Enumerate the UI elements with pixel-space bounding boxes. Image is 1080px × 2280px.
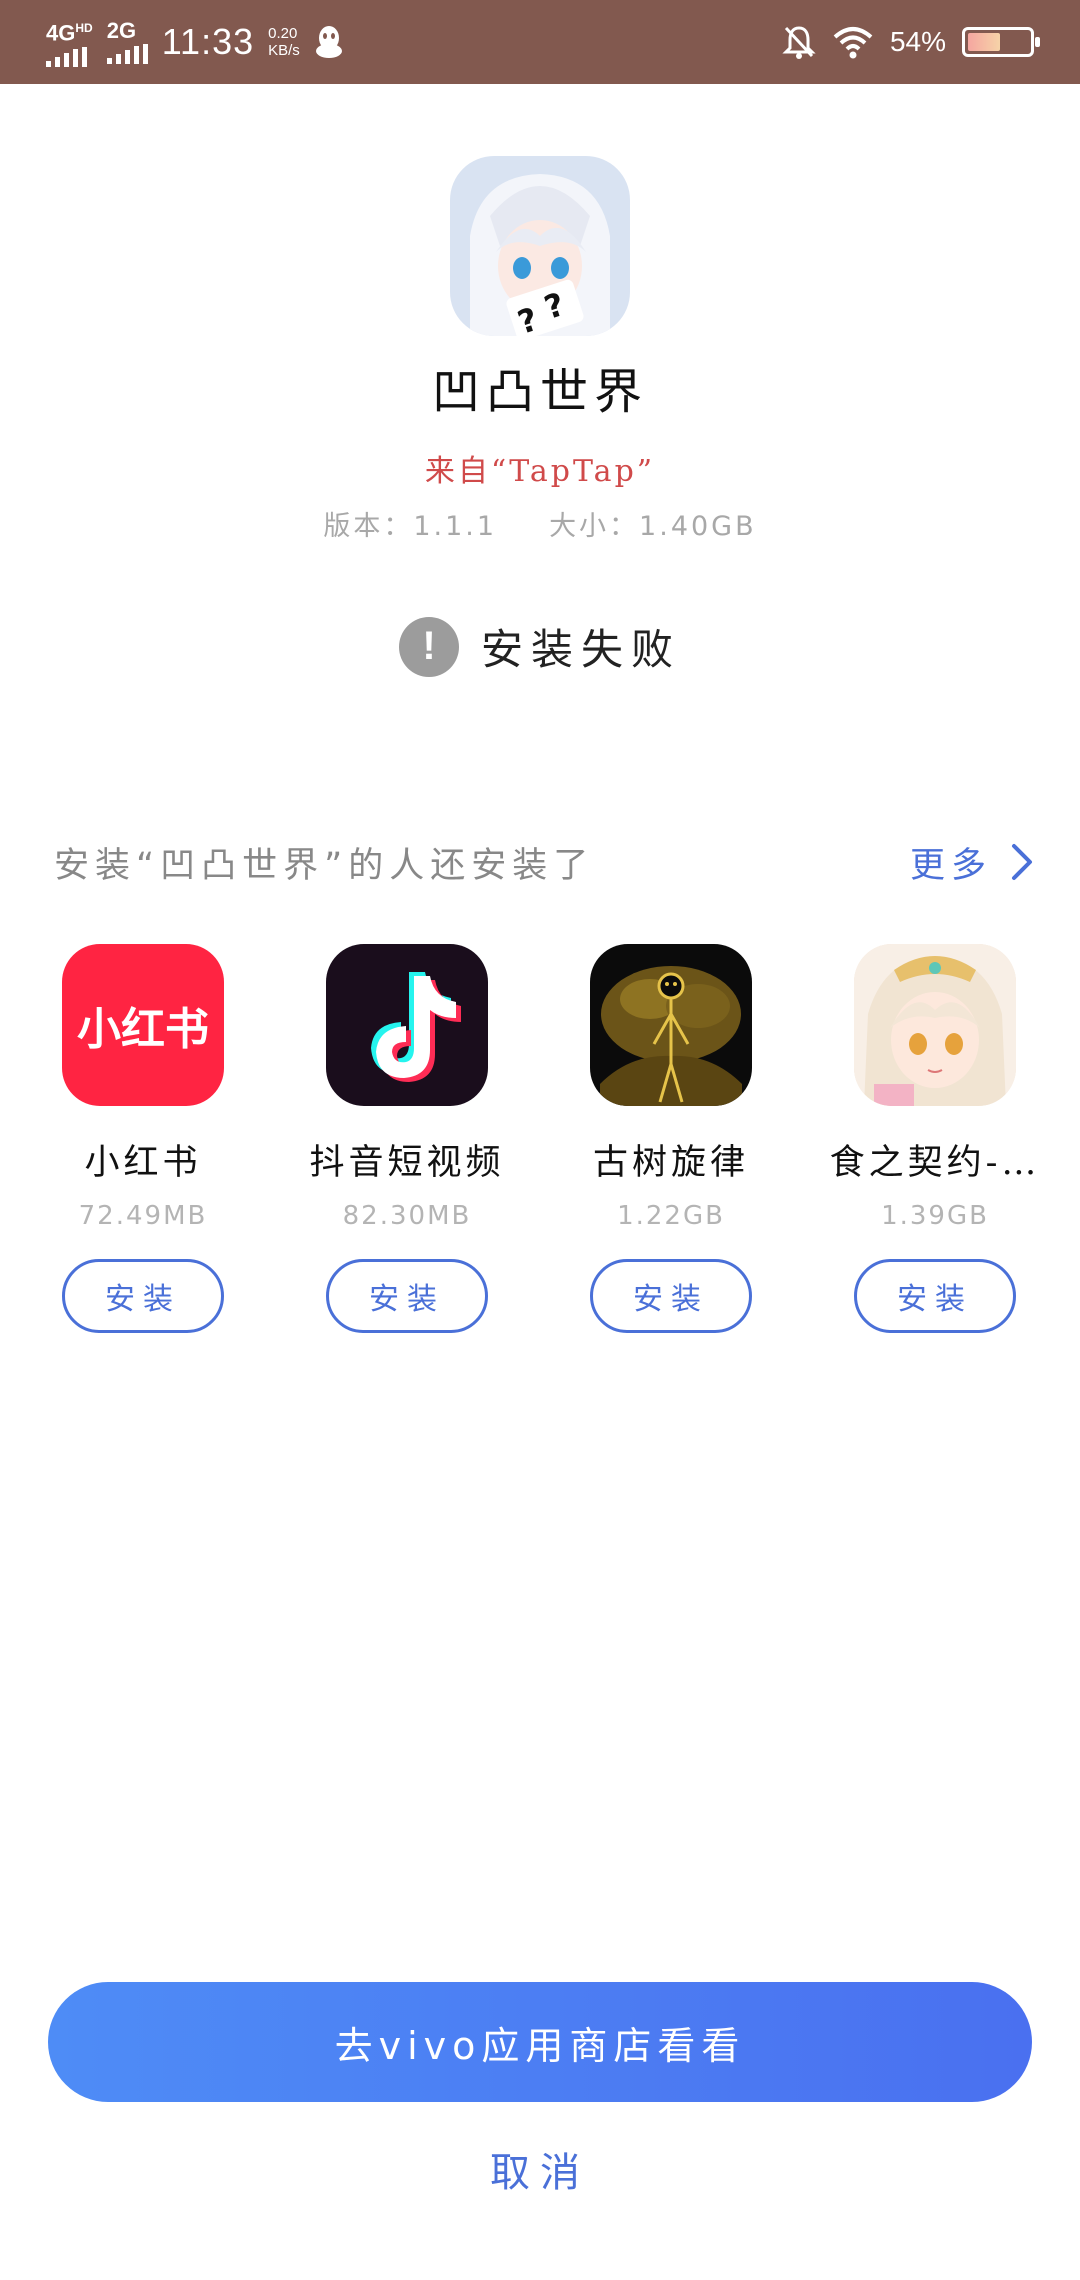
xiaohongshu-icon-text: 小红书 [77,1004,209,1055]
cancel-button[interactable]: 取消 [0,2140,1080,2198]
install-status-text: 安装失败 [480,625,681,674]
recommend-item[interactable]: 抖音短视频 82.30MB 安装 [275,944,539,1333]
network-type-1: 4G [46,20,76,46]
app-version: 版本：1.1.1 [323,511,498,542]
recommend-item-name: 抖音短视频 [309,1143,505,1183]
recommend-item-size: 1.39GB [881,1201,989,1231]
status-left: 4GHD 2G 11:33 0.20 KB/s [46,14,344,70]
app-icon: ? ? [450,156,630,336]
chevron-right-icon [1012,844,1032,880]
network-hd-badge: HD [75,21,93,36]
recommend-item[interactable]: 古树旋律 1.22GB 安装 [539,944,803,1333]
warning-icon: ! [398,616,459,677]
more-button[interactable]: 更多 [910,837,1034,888]
recommend-item-name: 古树旋律 [592,1143,749,1183]
battery-icon [962,27,1040,57]
install-button[interactable]: 安装 [326,1259,488,1333]
app-size: 大小：1.40GB [549,511,757,542]
recommend-item[interactable]: 小红书 小红书 72.49MB 安装 [11,944,275,1333]
status-bar: 4GHD 2G 11:33 0.20 KB/s 54% [0,0,1080,84]
install-button[interactable]: 安装 [62,1259,224,1333]
qq-icon [315,26,342,58]
tree-figure-art [600,966,742,1106]
recommend-item-name: 小红书 [84,1143,202,1183]
tree-figure-icon[interactable] [590,944,752,1106]
anime-girl-icon[interactable] [854,944,1016,1106]
speed-unit: KB/s [268,42,300,59]
xiaohongshu-icon[interactable]: 小红书 [62,944,224,1106]
recommend-item-size: 72.49MB [78,1201,208,1231]
battery-level [968,33,1000,51]
anime-app-icon: ? ? [450,156,630,336]
signal-bars-icon [106,44,148,64]
network-type-2: 2G [106,18,137,43]
mute-bell-icon [782,26,816,59]
recommend-list: 小红书 小红书 72.49MB 安装 抖音短视频 82.30MB 安装 古树旋律… [0,944,1080,1333]
recommend-item-size: 82.30MB [342,1201,472,1231]
install-button[interactable]: 安装 [854,1259,1016,1333]
clock: 11:33 [161,21,255,62]
more-label: 更多 [909,845,992,886]
recommend-item-name: 食之契约-… [829,1143,1041,1183]
install-button[interactable]: 安装 [590,1259,752,1333]
install-status: ! 安装失败 [0,616,1080,677]
open-store-button[interactable]: 去vivo应用商店看看 [48,1982,1032,2102]
recommend-title: 安装“凹凸世界”的人还安装了 [54,845,595,886]
app-name: 凹凸世界 [431,364,648,420]
signal-bars-icon [46,46,87,67]
signal-4g: 4GHD [46,17,93,67]
anime-girl-art [854,944,1016,1106]
app-meta: 版本：1.1.1 大小：1.40GB [0,504,1080,543]
speed-value: 0.20 [268,25,298,42]
network-speed: 0.20 KB/s [268,25,300,59]
signal-2g: 2G [106,18,148,64]
recommend-header: 安装“凹凸世界”的人还安装了 更多 [54,832,1034,892]
recommend-item-size: 1.22GB [617,1201,725,1231]
recommend-item[interactable]: 食之契约-… 1.39GB 安装 [803,944,1067,1333]
battery-percent: 54% [889,26,946,57]
tiktok-note-icon [371,972,461,1082]
app-source: 来自“TapTap” [424,454,656,489]
wifi-icon [833,27,873,59]
tiktok-icon[interactable] [326,944,488,1106]
status-right: 54% [782,14,1040,70]
